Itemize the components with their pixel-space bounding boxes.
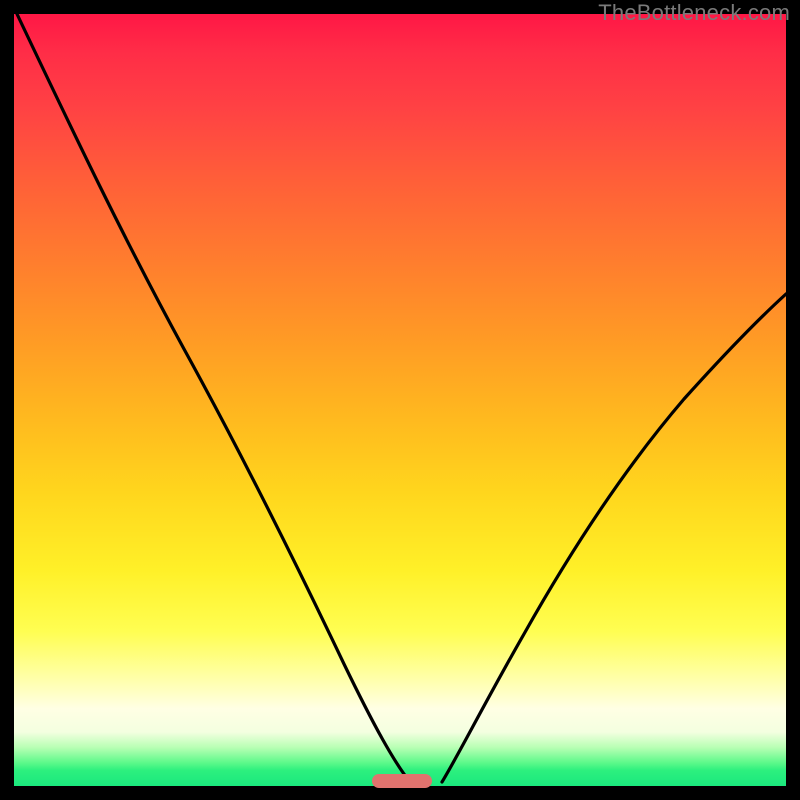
- watermark-text: TheBottleneck.com: [598, 0, 790, 26]
- optimal-range-marker: [372, 774, 432, 788]
- curve-left-branch: [17, 14, 410, 782]
- chart-frame: TheBottleneck.com: [0, 0, 800, 800]
- curve-right-branch: [442, 294, 786, 782]
- bottleneck-curve: [14, 14, 786, 786]
